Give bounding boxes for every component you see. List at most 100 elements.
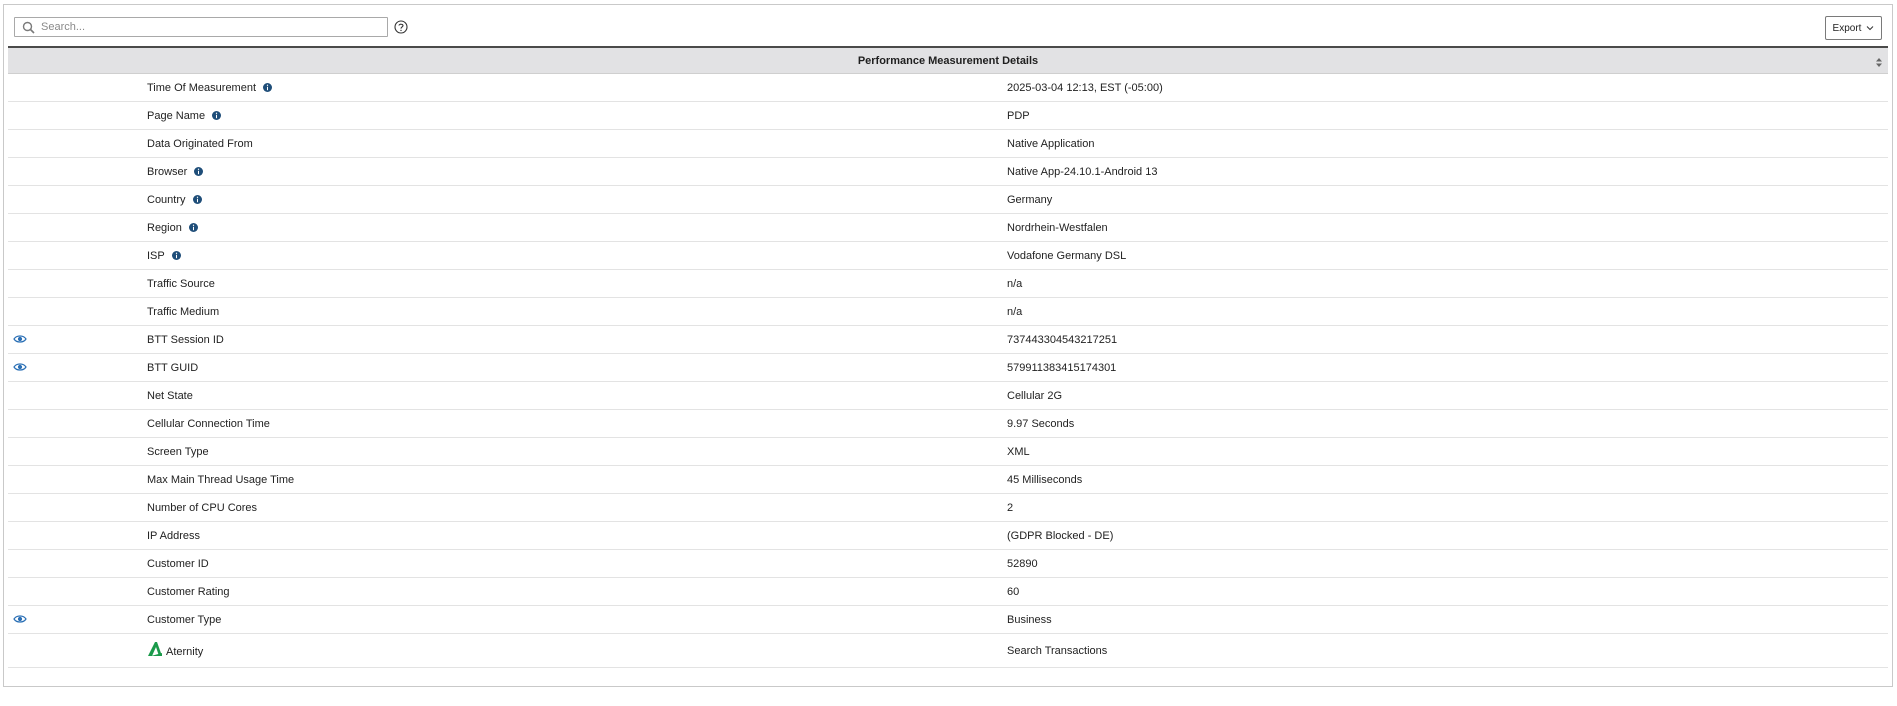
row-label: Number of CPU Cores [147, 501, 258, 514]
row-value: 60 [1007, 585, 1020, 598]
row-value: 52890 [1007, 557, 1038, 570]
row-label-cell: Cellular Connection Time [147, 418, 270, 430]
chevron-down-icon [1867, 26, 1874, 31]
row-value: 9.97 Seconds [1007, 417, 1075, 430]
table-row-aternity: Aternity Search Transactions [8, 634, 1888, 668]
info-icon[interactable] [188, 223, 198, 232]
row-label: Traffic Source [147, 277, 215, 290]
info-icon[interactable] [192, 195, 202, 204]
table-row: Page Name PDP [8, 102, 1888, 130]
table-row: BTT GUID 579911383415174301 [8, 354, 1888, 382]
row-label-cell: ISP [147, 250, 181, 262]
table-row: ISP Vodafone Germany DSL [8, 242, 1888, 270]
row-label-cell: Data Originated From [147, 138, 253, 150]
row-label: Time Of Measurement [147, 81, 257, 94]
row-value: n/a [1007, 305, 1023, 318]
aternity-label-cell: Aternity [147, 640, 203, 658]
row-value: Cellular 2G [1007, 389, 1063, 402]
row-label-cell: Net State [147, 390, 193, 402]
row-label-cell: IP Address [147, 530, 200, 542]
row-label: Customer Type [147, 613, 222, 626]
row-label: BTT GUID [147, 361, 199, 374]
search-input[interactable] [41, 19, 381, 35]
row-label: IP Address [147, 529, 200, 542]
row-value: Vodafone Germany DSL [1007, 249, 1127, 262]
row-label-cell: BTT GUID [147, 362, 198, 374]
eye-icon[interactable] [13, 613, 27, 625]
row-label: Country [147, 193, 186, 206]
table-header[interactable]: Performance Measurement Details [8, 46, 1888, 74]
table-row: IP Address (GDPR Blocked - DE) [8, 522, 1888, 550]
row-label: ISP [147, 249, 165, 262]
row-value: XML [1007, 445, 1030, 458]
row-label-cell: Region [147, 222, 198, 234]
export-button[interactable]: Export [1825, 16, 1882, 40]
row-label: Screen Type [147, 445, 209, 458]
row-label-cell: Time Of Measurement [147, 81, 273, 94]
row-value: Nordrhein-Westfalen [1007, 221, 1108, 234]
row-label-cell: Customer ID [147, 558, 209, 570]
info-icon[interactable] [212, 111, 222, 120]
table-row: Customer ID 52890 [8, 550, 1888, 578]
row-label: Region [147, 221, 182, 234]
row-value: n/a [1007, 277, 1023, 290]
sort-icon[interactable] [1876, 58, 1882, 67]
row-value: 45 Milliseconds [1007, 473, 1083, 486]
details-panel: Export Performance Measurement Details T… [3, 4, 1893, 687]
info-icon[interactable] [263, 83, 273, 92]
eye-icon[interactable] [13, 361, 27, 373]
row-label: BTT Session ID [147, 333, 224, 346]
toolbar: Export [4, 5, 1892, 46]
table-body: Time Of Measurement 2025-03-04 12:13, EST… [8, 74, 1888, 634]
row-value: Native App-24.10.1-Android 13 [1007, 165, 1158, 178]
table-title: Performance Measurement Details [857, 54, 1039, 67]
table-row: Time Of Measurement 2025-03-04 12:13, EST… [8, 74, 1888, 102]
table-row: BTT Session ID 737443304543217251 [8, 326, 1888, 354]
row-value: (GDPR Blocked - DE) [1007, 529, 1114, 542]
table-row: Max Main Thread Usage Time 45 Millisecond… [8, 466, 1888, 494]
row-value: 2025-03-04 12:13, EST (-05:00) [1007, 81, 1163, 94]
eye-icon[interactable] [13, 333, 27, 345]
row-label-cell: Country [147, 194, 202, 206]
row-label: Max Main Thread Usage Time [147, 473, 295, 486]
table-row: Number of CPU Cores 2 [8, 494, 1888, 522]
help-icon[interactable] [394, 20, 408, 34]
search-icon [22, 21, 35, 34]
row-label: Traffic Medium [147, 305, 220, 318]
search-transactions-link[interactable]: Search Transactions [1007, 645, 1107, 657]
row-label: Customer Rating [147, 585, 230, 598]
row-label: Cellular Connection Time [147, 417, 270, 430]
info-icon[interactable] [171, 251, 181, 260]
table-row: Screen Type XML [8, 438, 1888, 466]
row-label-cell: Traffic Source [147, 278, 215, 290]
row-value: Business [1007, 613, 1052, 626]
table-row: Data Originated From Native Application [8, 130, 1888, 158]
aternity-logo-icon [148, 642, 162, 656]
row-value: 579911383415174301 [1007, 361, 1117, 374]
row-label-cell: Browser [147, 165, 204, 178]
row-label: Customer ID [147, 557, 209, 570]
row-value: PDP [1007, 109, 1030, 122]
details-table: Performance Measurement Details Time Of … [8, 46, 1888, 668]
table-row: Traffic Source n/a [8, 270, 1888, 298]
table-row: Browser Native App-24.10.1-Android 13 [8, 158, 1888, 186]
search-box[interactable] [14, 17, 388, 37]
export-label: Export [1832, 22, 1862, 34]
row-label-cell: Customer Rating [147, 586, 230, 598]
row-value: Germany [1007, 193, 1053, 206]
row-label-cell: Screen Type [147, 446, 209, 458]
row-label-cell: BTT Session ID [147, 334, 224, 346]
row-label: Net State [147, 389, 193, 402]
row-value: 2 [1007, 501, 1014, 514]
table-row: Net State Cellular 2G [8, 382, 1888, 410]
table-row: Customer Type Business [8, 606, 1888, 634]
row-label-cell: Page Name [147, 109, 222, 122]
table-row: Country Germany [8, 186, 1888, 214]
row-label: Page Name [147, 109, 206, 122]
row-label-cell: Traffic Medium [147, 306, 219, 318]
info-icon[interactable] [194, 167, 204, 176]
row-label-cell: Number of CPU Cores [147, 502, 257, 514]
row-label: Browser [147, 165, 188, 178]
row-label-cell: Customer Type [147, 614, 221, 626]
row-value: Native Application [1007, 137, 1095, 150]
